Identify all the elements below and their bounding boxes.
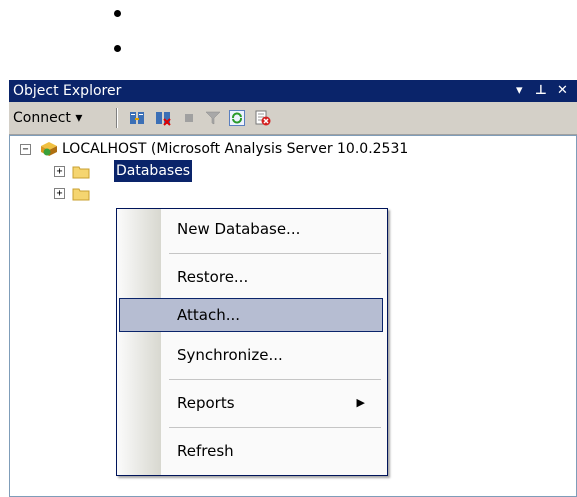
toolbar: Connect ▾: [9, 102, 577, 135]
bullet-point: [114, 10, 121, 17]
expand-icon[interactable]: +: [54, 188, 65, 199]
menu-item-attach[interactable]: Attach...: [119, 298, 383, 332]
disconnect-icon[interactable]: [155, 110, 171, 126]
close-icon[interactable]: ✕: [557, 80, 568, 102]
folder-icon: [72, 166, 90, 179]
menu-item-label: Reports: [177, 394, 235, 412]
toolbar-separator: [116, 108, 118, 128]
collapse-icon[interactable]: −: [20, 144, 31, 155]
bullet-point: [114, 45, 121, 52]
stop-icon[interactable]: [181, 110, 197, 126]
menu-item-label: New Database...: [177, 220, 301, 238]
databases-label: Databases: [114, 160, 193, 182]
window-title: Object Explorer: [13, 83, 122, 99]
title-bar: Object Explorer ▾ ⊥ ✕: [9, 80, 577, 102]
connect-button[interactable]: Connect ▾: [11, 107, 84, 129]
server-cube-icon: [41, 142, 57, 156]
menu-item-reports[interactable]: Reports ▶: [119, 388, 383, 418]
filter-icon[interactable]: [205, 110, 221, 126]
stop-activity-icon[interactable]: [255, 110, 271, 126]
menu-separator: [169, 379, 381, 380]
context-menu: New Database... Restore... Attach... Syn…: [116, 208, 388, 476]
folder-icon: [72, 188, 90, 201]
tree-node-folder[interactable]: +: [54, 182, 114, 204]
menu-item-new-database[interactable]: New Database...: [119, 214, 383, 244]
server-label: LOCALHOST (Microsoft Analysis Server 10.…: [62, 141, 409, 157]
dropdown-icon[interactable]: ▾: [516, 80, 523, 102]
submenu-arrow-icon: ▶: [356, 396, 365, 409]
menu-separator: [169, 427, 381, 428]
menu-separator: [169, 253, 381, 254]
tree-node-databases[interactable]: + Databases: [54, 160, 254, 182]
menu-item-label: Refresh: [177, 442, 234, 460]
menu-item-label: Synchronize...: [177, 346, 283, 364]
expand-icon[interactable]: +: [54, 166, 65, 177]
menu-item-label: Restore...: [177, 268, 249, 286]
menu-item-refresh[interactable]: Refresh: [119, 436, 383, 466]
menu-item-synchronize[interactable]: Synchronize...: [119, 340, 383, 370]
connect-icon[interactable]: [129, 110, 145, 126]
menu-item-restore[interactable]: Restore...: [119, 262, 383, 292]
menu-item-label: Attach...: [177, 306, 241, 324]
tree-node-server[interactable]: − LOCALHOST (Microsoft Analysis Server 1…: [20, 138, 550, 160]
pin-icon[interactable]: ⊥: [535, 80, 547, 102]
refresh-icon[interactable]: [229, 110, 245, 126]
